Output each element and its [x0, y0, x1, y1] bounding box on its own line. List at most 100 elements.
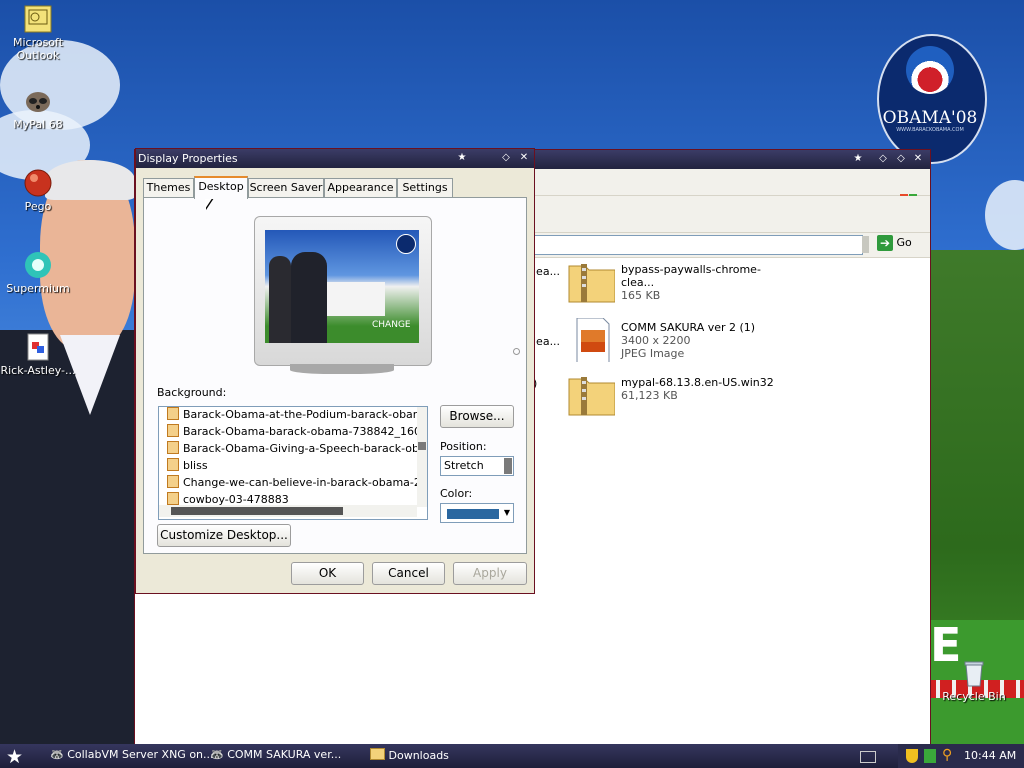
scroll-thumb[interactable] — [418, 442, 426, 450]
pego-icon — [23, 168, 53, 198]
shield-icon[interactable] — [906, 749, 918, 763]
tab-appearance[interactable]: Appearance — [324, 178, 397, 197]
taskbar-item-label: CollabVM Server XNG on... — [67, 748, 214, 761]
desktop-icon-outlook[interactable]: Microsoft Outlook — [0, 4, 76, 62]
file-name: COMM SAKURA ver 2 (1) — [621, 321, 756, 334]
desktop-icon-label: MyPal 68 — [13, 118, 63, 131]
raccoon-icon: 🦝 — [50, 748, 64, 761]
display-properties-dialog[interactable]: Display Properties ★ ◇ ✕ Themes Desktop … — [135, 148, 535, 594]
background-listbox[interactable]: Barack-Obama-at-the-Podium-barack-obama-… — [158, 406, 428, 520]
desktop-icon-label: Rick-Astley-... — [0, 364, 76, 377]
badge-url: WWW.BARACKOBAMA.COM — [896, 127, 964, 133]
desktop-icon-recycle-bin[interactable]: Recycle Bin — [936, 658, 1012, 703]
file-name: bypass-paywalls-chrome-clea... — [621, 263, 761, 289]
zip-folder-icon — [568, 377, 615, 416]
apply-button[interactable]: Apply — [453, 562, 527, 585]
tab-screen-saver[interactable]: Screen Saver — [248, 178, 324, 197]
list-item[interactable]: Barack-Obama-barack-obama-738842_1600_12… — [167, 424, 428, 440]
network-icon[interactable] — [924, 749, 936, 763]
tab-themes[interactable]: Themes — [143, 178, 194, 197]
maximize-button[interactable]: ◇ — [893, 152, 909, 166]
taskbar-item[interactable]: Downloads — [370, 748, 449, 762]
position-value: Stretch — [444, 459, 484, 472]
close-button[interactable]: ✕ — [910, 152, 926, 166]
wallpaper-preview: CHANGE — [265, 230, 419, 343]
clock[interactable]: 10:44 AM — [964, 749, 1016, 762]
desktop-icon-label: Pego — [24, 200, 52, 213]
preview-change-text: CHANGE — [372, 320, 411, 330]
preview-person — [269, 256, 291, 343]
address-dropdown[interactable] — [862, 236, 869, 253]
taskbar-item[interactable]: 🦝 COMM SAKURA ver... — [210, 748, 341, 761]
file-item[interactable]: COMM SAKURA ver 2 (1) 3400 x 2200 JPEG I… — [567, 318, 787, 364]
horizontal-scrollbar[interactable] — [159, 505, 417, 517]
start-button[interactable]: ★ — [6, 746, 23, 768]
go-button[interactable]: ➔ Go — [877, 235, 917, 253]
desktop-icon-rick-astley[interactable]: Rick-Astley-... — [0, 332, 76, 377]
chevron-down-icon: ▼ — [503, 508, 510, 517]
file-item[interactable]: mypal-68.13.8.en-US.win32 61,123 KB — [567, 373, 787, 419]
image-file-icon — [167, 475, 179, 488]
position-label: Position: — [440, 440, 487, 453]
image-file-icon — [167, 441, 179, 454]
desktop-icon-pego[interactable]: Pego — [0, 168, 76, 213]
customize-desktop-button[interactable]: Customize Desktop... — [157, 524, 291, 547]
chevron-down-icon — [504, 458, 512, 474]
image-file-icon — [167, 458, 179, 471]
tab-settings[interactable]: Settings — [397, 178, 453, 197]
file-item[interactable]: bypass-paywalls-chrome-clea... 165 KB — [567, 260, 787, 306]
outlook-icon — [23, 4, 53, 34]
list-item[interactable]: Barack-Obama-Giving-a-Speech-barack-obam… — [167, 441, 428, 457]
minimize-button[interactable]: ◇ — [875, 152, 891, 166]
list-item[interactable]: bliss — [167, 458, 208, 474]
close-button[interactable]: ✕ — [516, 151, 532, 165]
list-item-label: bliss — [183, 459, 208, 472]
image-file-icon — [167, 407, 179, 420]
monitor-stand — [290, 364, 394, 374]
color-picker[interactable]: ▼ — [440, 503, 514, 523]
dialog-title-bar[interactable]: Display Properties ★ ◇ ✕ — [136, 149, 534, 168]
taskbar-item-label: Downloads — [388, 749, 449, 762]
desktop-icon-label: Supermium — [6, 282, 70, 295]
campaign-logo-icon — [906, 46, 954, 94]
file-partial: lea... — [533, 335, 561, 348]
list-item[interactable]: Change-we-can-believe-in-barack-obama-27… — [167, 475, 427, 491]
desktop-icon-mypal[interactable]: MyPal 68 — [0, 86, 76, 131]
desktop-tab-panel: CHANGE Background: Barack-Obama-at-the-P… — [143, 197, 527, 554]
folder-icon — [370, 748, 385, 760]
ok-button[interactable]: OK — [291, 562, 364, 585]
monitor-preview: CHANGE — [254, 216, 520, 366]
color-label: Color: — [440, 487, 473, 500]
list-item-label: Barack-Obama-barack-obama-738842_1600_12… — [183, 425, 428, 438]
list-item-label: Change-we-can-believe-in-barack-obama-27… — [183, 476, 427, 489]
help-button[interactable]: ◇ — [498, 151, 514, 165]
go-arrow-icon: ➔ — [877, 235, 893, 251]
scroll-thumb[interactable] — [171, 507, 343, 515]
go-label: Go — [896, 236, 912, 249]
raccoon-icon: 🦝 — [210, 748, 224, 761]
recycle-bin-icon — [959, 658, 989, 688]
list-item[interactable]: Barack-Obama-at-the-Podium-barack-obama-… — [167, 407, 427, 423]
cancel-button[interactable]: Cancel — [372, 562, 445, 585]
file-size: 165 KB — [621, 289, 661, 302]
taskbar-item[interactable]: 🦝 CollabVM Server XNG on... — [50, 748, 214, 761]
browse-button[interactable]: Browse... — [440, 405, 514, 428]
position-select[interactable]: Stretch — [440, 456, 514, 476]
desktop-icon-supermium[interactable]: Supermium — [0, 250, 76, 295]
keyboard-icon[interactable] — [860, 751, 876, 763]
jpeg-image-icon — [576, 318, 610, 362]
file-dimensions: 3400 x 2200 — [621, 334, 691, 347]
star-icon: ★ — [853, 153, 863, 164]
list-item-label: Barack-Obama-Giving-a-Speech-barack-obam… — [183, 442, 428, 455]
image-file-icon — [167, 424, 179, 437]
power-indicator-icon — [513, 348, 520, 355]
person-suit — [0, 330, 135, 744]
vertical-scrollbar[interactable] — [417, 407, 427, 507]
tab-desktop[interactable]: Desktop — [194, 176, 248, 199]
image-file-icon — [23, 332, 53, 362]
desktop-icon-label: Microsoft Outlook — [12, 36, 64, 62]
preview-person — [291, 252, 327, 343]
search-icon[interactable]: ⚲ — [942, 747, 952, 763]
badge-text: OBAMA'08 — [882, 108, 978, 128]
taskbar-item-label: COMM SAKURA ver... — [227, 748, 342, 761]
